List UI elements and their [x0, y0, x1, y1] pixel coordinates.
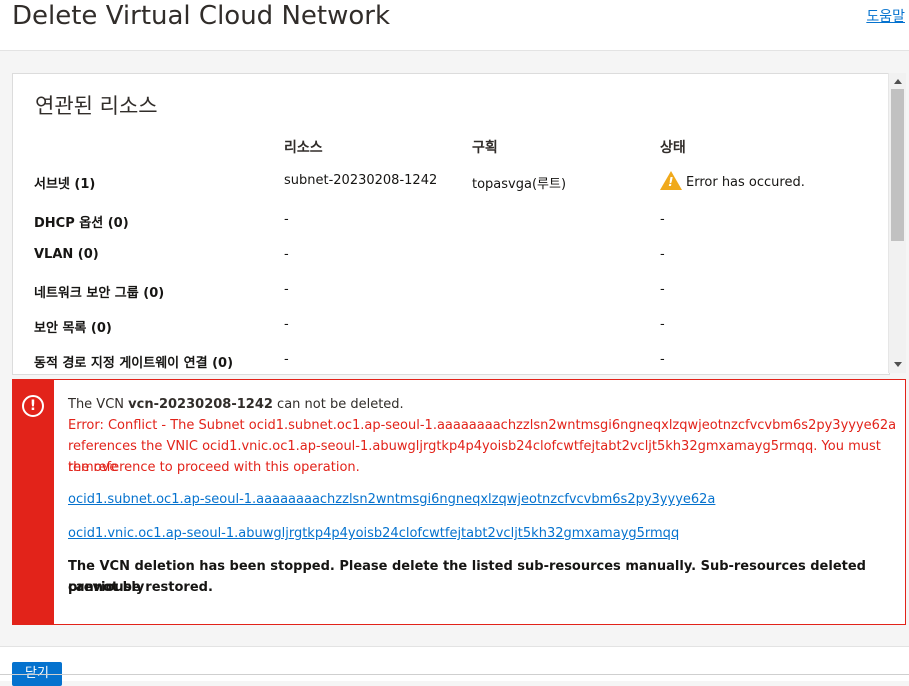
column-header-resource: 리소스 [284, 140, 323, 156]
table-row: 동적 경로 지정 게이트웨이 연결 (0) - - [13, 352, 889, 372]
panel-title: 연관된 리소스 [35, 94, 158, 118]
dialog-footer: 닫기 [0, 646, 909, 686]
table-row: 보안 목록 (0) - - [13, 317, 889, 337]
resource-type-label: 보안 목록 (0) [34, 321, 112, 336]
scroll-up-arrow-icon[interactable] [889, 73, 906, 89]
table-row: 네트워크 보안 그룹 (0) - - [13, 282, 889, 302]
resource-name: - [284, 317, 289, 332]
resource-name: subnet-20230208-1242 [284, 173, 438, 188]
panel-scrollbar[interactable] [888, 73, 906, 373]
table-row: VLAN (0) - - [13, 247, 889, 267]
subnet-ocid-link[interactable]: ocid1.subnet.oc1.ap-seoul-1.aaaaaaaachzz… [68, 489, 715, 510]
error-headline-suffix: can not be deleted. [272, 397, 404, 412]
compartment-name: topasvga(루트) [472, 177, 567, 192]
resource-name: - [284, 212, 289, 227]
status-text: - [660, 212, 665, 227]
error-headline: The VCN vcn-20230208-1242 can not be del… [68, 394, 404, 415]
error-strip: ! [13, 380, 54, 624]
error-icon: ! [22, 395, 44, 417]
column-header-compartment: 구획 [472, 140, 498, 156]
vcn-name: vcn-20230208-1242 [128, 397, 273, 412]
column-header-status: 상태 [660, 140, 686, 156]
status-text: - [660, 282, 665, 297]
scroll-down-arrow-icon[interactable] [889, 357, 906, 373]
bottom-divider [0, 674, 909, 675]
vnic-ocid-link[interactable]: ocid1.vnic.oc1.ap-seoul-1.abuwgljrgtkp4p… [68, 523, 679, 544]
resource-name: - [284, 282, 289, 297]
resource-type-label: 네트워크 보안 그룹 (0) [34, 286, 165, 301]
associated-resources-panel: 연관된 리소스 리소스 구획 상태 서브넷 (1) subnet-2023020… [12, 73, 890, 375]
page-title: Delete Virtual Cloud Network [12, 1, 391, 31]
resource-name: - [284, 352, 289, 367]
resource-type-label: 서브넷 (1) [34, 177, 96, 192]
status-cell: Error has occured. [660, 171, 805, 192]
resource-type-label: DHCP 옵션 (0) [34, 216, 129, 231]
resource-name: - [284, 247, 289, 262]
warning-icon [660, 171, 682, 190]
table-row: 서브넷 (1) subnet-20230208-1242 topasvga(루트… [13, 171, 889, 193]
status-text: Error has occured. [686, 175, 805, 190]
error-headline-prefix: The VCN [68, 397, 129, 412]
status-text: - [660, 317, 665, 332]
status-text: - [660, 247, 665, 262]
help-link[interactable]: 도움말 [866, 6, 905, 26]
error-detail-line-1: Error: Conflict - The Subnet ocid1.subne… [68, 418, 897, 433]
page-header: Delete Virtual Cloud Network 도움말 [0, 0, 909, 51]
table-row: DHCP 옵션 (0) - - [13, 212, 889, 232]
status-text: - [660, 352, 665, 367]
resource-type-label: VLAN (0) [34, 247, 99, 262]
error-alert: ! The VCN vcn-20230208-1242 can not be d… [12, 379, 906, 625]
resource-type-label: 동적 경로 지정 게이트웨이 연결 (0) [34, 356, 234, 371]
error-detail-line-3: the reference to proceed with this opera… [68, 460, 360, 475]
scroll-thumb[interactable] [891, 89, 904, 241]
deletion-stopped-line-2: cannot be restored. [68, 580, 213, 595]
